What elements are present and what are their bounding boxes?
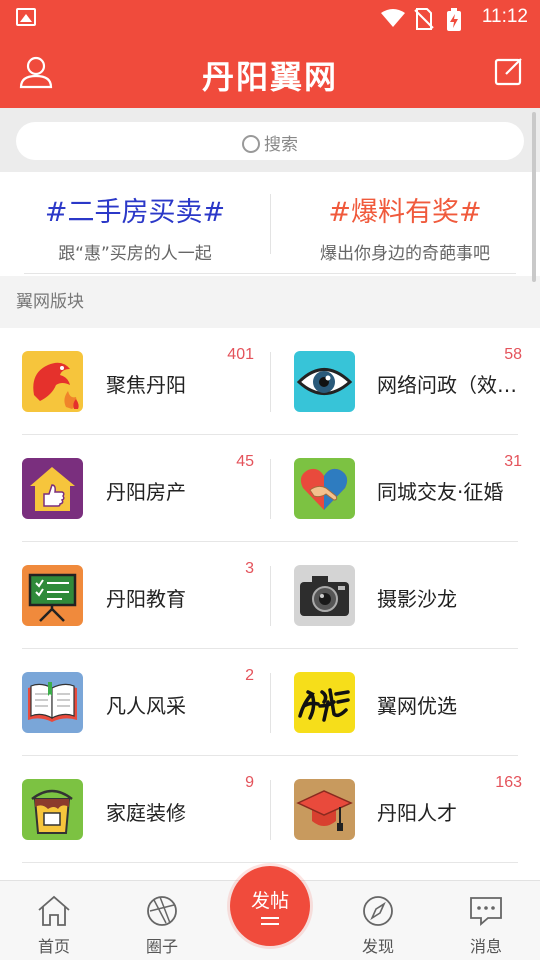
house-thumb-icon (22, 458, 83, 519)
phoenix-icon (22, 351, 83, 412)
post-count: 58 (504, 346, 522, 363)
promo-tip-off[interactable]: #爆料有奖# 爆出你身边的奇葩事吧 (270, 172, 540, 276)
board-item-photography[interactable]: 摄影沙龙 (270, 542, 540, 649)
tab-circle[interactable]: 圈子 (108, 881, 216, 960)
post-count: 3 (245, 560, 254, 577)
board-row: 凡人风采 2 翼网优选 (0, 649, 540, 756)
app-title: 丹阳翼网 (201, 58, 338, 96)
search-input[interactable]: 搜索 (16, 122, 524, 160)
board-row: 丹阳房产 45 同城交友·征婚 31 (0, 435, 540, 542)
battery-charging-icon (447, 8, 461, 31)
blackboard-icon (22, 565, 83, 626)
app-header: 丹阳翼网 (0, 36, 540, 108)
post-count: 163 (495, 774, 522, 791)
tab-label: 圈子 (145, 937, 178, 956)
tab-label: 发现 (361, 937, 394, 956)
shengqian-icon (294, 672, 355, 733)
board-item-home-decoration[interactable]: 家庭装修 9 (0, 756, 270, 863)
promo-title: #二手房买卖# (44, 197, 226, 228)
promo-title: #爆料有奖# (328, 197, 482, 228)
board-name: 凡人风采 (106, 694, 186, 718)
board-name: 丹阳房产 (106, 480, 186, 504)
gallery-icon (16, 8, 36, 26)
board-row: 丹阳教育 3 摄影沙龙 (0, 542, 540, 649)
open-book-icon (22, 672, 83, 733)
home-icon (38, 895, 70, 926)
board-item-danyang-property[interactable]: 丹阳房产 45 (0, 435, 270, 542)
board-item-dating[interactable]: 同城交友·征婚 31 (270, 435, 540, 542)
tab-home[interactable]: 首页 (0, 881, 108, 960)
search-icon (242, 135, 260, 153)
row-divider (22, 862, 518, 863)
wifi-icon (381, 9, 405, 27)
menu-lines-icon (261, 917, 279, 925)
divider (24, 273, 516, 274)
post-button[interactable]: 发帖 (230, 866, 310, 946)
post-count: 401 (227, 346, 254, 363)
board-item-education[interactable]: 丹阳教育 3 (0, 542, 270, 649)
paint-bucket-icon (22, 779, 83, 840)
search-placeholder: 搜索 (264, 135, 298, 155)
board-item-online-politics[interactable]: 网络问政（效… 58 (270, 328, 540, 435)
board-item-talent[interactable]: 丹阳人才 163 (270, 756, 540, 863)
scrollbar[interactable] (532, 112, 536, 282)
post-count: 31 (504, 453, 522, 470)
graduation-cap-icon (294, 779, 355, 840)
camera-icon (294, 565, 355, 626)
post-count: 9 (245, 774, 254, 791)
post-button-label: 发帖 (250, 890, 289, 912)
board-item-focus-danyang[interactable]: 聚焦丹阳 401 (0, 328, 270, 435)
board-name: 丹阳教育 (106, 587, 186, 611)
board-item-selection[interactable]: 翼网优选 (270, 649, 540, 756)
status-bar: 11:12 (0, 0, 540, 36)
board-item-ordinary-people[interactable]: 凡人风采 2 (0, 649, 270, 756)
promo-subtitle: 爆出你身边的奇葩事吧 (320, 244, 490, 264)
promo-subtitle: 跟“惠”买房的人一起 (58, 244, 212, 264)
board-name: 网络问政（效… (377, 373, 517, 397)
tab-label: 消息 (469, 937, 502, 956)
promo-banner: #二手房买卖# 跟“惠”买房的人一起 #爆料有奖# 爆出你身边的奇葩事吧 (0, 172, 540, 276)
board-name: 同城交友·征婚 (377, 480, 504, 504)
eye-icon (294, 351, 355, 412)
tab-messages[interactable]: 消息 (432, 881, 540, 960)
board-row: 聚焦丹阳 401 网络问政（效… 58 (0, 328, 540, 435)
compose-icon[interactable] (494, 56, 524, 86)
board-name: 摄影沙龙 (377, 587, 457, 611)
section-title: 翼网版块 (0, 276, 540, 328)
no-sim-icon (414, 8, 434, 30)
tab-label: 首页 (37, 937, 70, 956)
board-name: 丹阳人才 (377, 801, 457, 825)
board-name: 翼网优选 (377, 694, 457, 718)
clock: 11:12 (481, 6, 528, 27)
compass-icon (363, 896, 393, 926)
tab-discover[interactable]: 发现 (324, 881, 432, 960)
post-count: 45 (236, 453, 254, 470)
board-grid: 聚焦丹阳 401 网络问政（效… 58 丹阳房产 45 同城交友·征婚 31 丹… (0, 328, 540, 880)
promo-second-hand-housing[interactable]: #二手房买卖# 跟“惠”买房的人一起 (0, 172, 270, 276)
heart-handshake-icon (294, 458, 355, 519)
board-name: 家庭装修 (106, 801, 186, 825)
search-area: 搜索 (0, 108, 540, 172)
chat-bubble-icon (470, 897, 502, 926)
post-count: 2 (245, 667, 254, 684)
aperture-icon (147, 896, 177, 926)
board-row: 家庭装修 9 丹阳人才 163 (0, 756, 540, 863)
board-name: 聚焦丹阳 (106, 373, 186, 397)
